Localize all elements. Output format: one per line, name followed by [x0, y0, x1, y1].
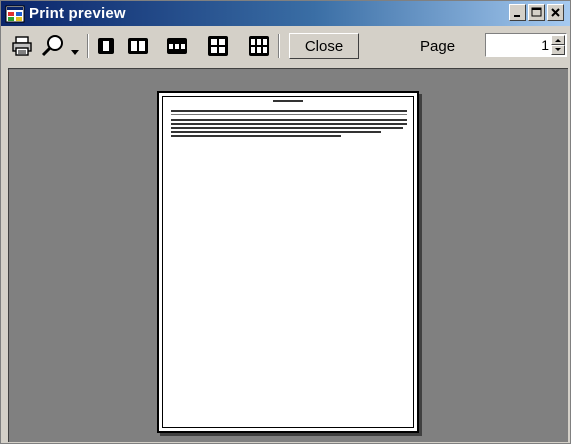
- chevron-up-icon: [555, 39, 561, 42]
- toolbar: Close Page: [1, 28, 570, 64]
- magnifier-icon: [41, 35, 63, 57]
- close-icon: [551, 8, 560, 17]
- page-number-input[interactable]: [487, 35, 551, 55]
- one-page-button[interactable]: [96, 36, 116, 61]
- preview-area[interactable]: [8, 68, 568, 442]
- minimize-icon: [514, 15, 520, 17]
- six-pages-icon: [249, 36, 269, 56]
- page-down-button[interactable]: [551, 45, 565, 55]
- six-pages-button[interactable]: [248, 35, 270, 62]
- page-label: Page: [420, 38, 456, 55]
- page-spinner[interactable]: [485, 33, 567, 57]
- chevron-down-icon: [555, 48, 561, 51]
- report-thumbnail: [171, 100, 407, 137]
- minimize-button[interactable]: [509, 4, 526, 21]
- app-icon[interactable]: [5, 5, 25, 23]
- close-button[interactable]: Close: [289, 33, 359, 59]
- maximize-icon: [531, 7, 542, 17]
- printer-icon: [12, 36, 32, 56]
- one-page-icon: [98, 38, 114, 54]
- two-pages-button[interactable]: [127, 36, 149, 61]
- page-up-button[interactable]: [551, 35, 565, 45]
- report-row: [171, 127, 403, 129]
- report-header-row: [171, 110, 407, 112]
- report-heading-line: [273, 100, 303, 102]
- zoom-dropdown-button[interactable]: [71, 43, 79, 61]
- print-preview-window: Print preview Close Page 1: [0, 0, 571, 444]
- preview-page[interactable]: [157, 91, 419, 433]
- four-pages-button[interactable]: [207, 35, 229, 62]
- zoom-button[interactable]: [41, 34, 65, 63]
- maximize-button[interactable]: [528, 4, 545, 21]
- toolbar-separator: [278, 34, 280, 58]
- print-button[interactable]: [11, 35, 33, 62]
- report-row: [171, 119, 407, 121]
- two-pages-icon: [128, 38, 148, 54]
- title-bar[interactable]: Print preview: [1, 1, 570, 26]
- three-pages-button[interactable]: [166, 36, 188, 61]
- report-rule: [171, 114, 407, 115]
- three-pages-icon: [167, 38, 187, 54]
- report-row: [171, 123, 407, 125]
- report-row: [171, 135, 341, 137]
- chevron-down-icon: [71, 50, 79, 55]
- four-pages-icon: [208, 36, 228, 56]
- window-title: Print preview: [29, 5, 126, 22]
- close-window-button[interactable]: [547, 4, 564, 21]
- report-row: [171, 131, 381, 133]
- toolbar-separator: [87, 34, 89, 58]
